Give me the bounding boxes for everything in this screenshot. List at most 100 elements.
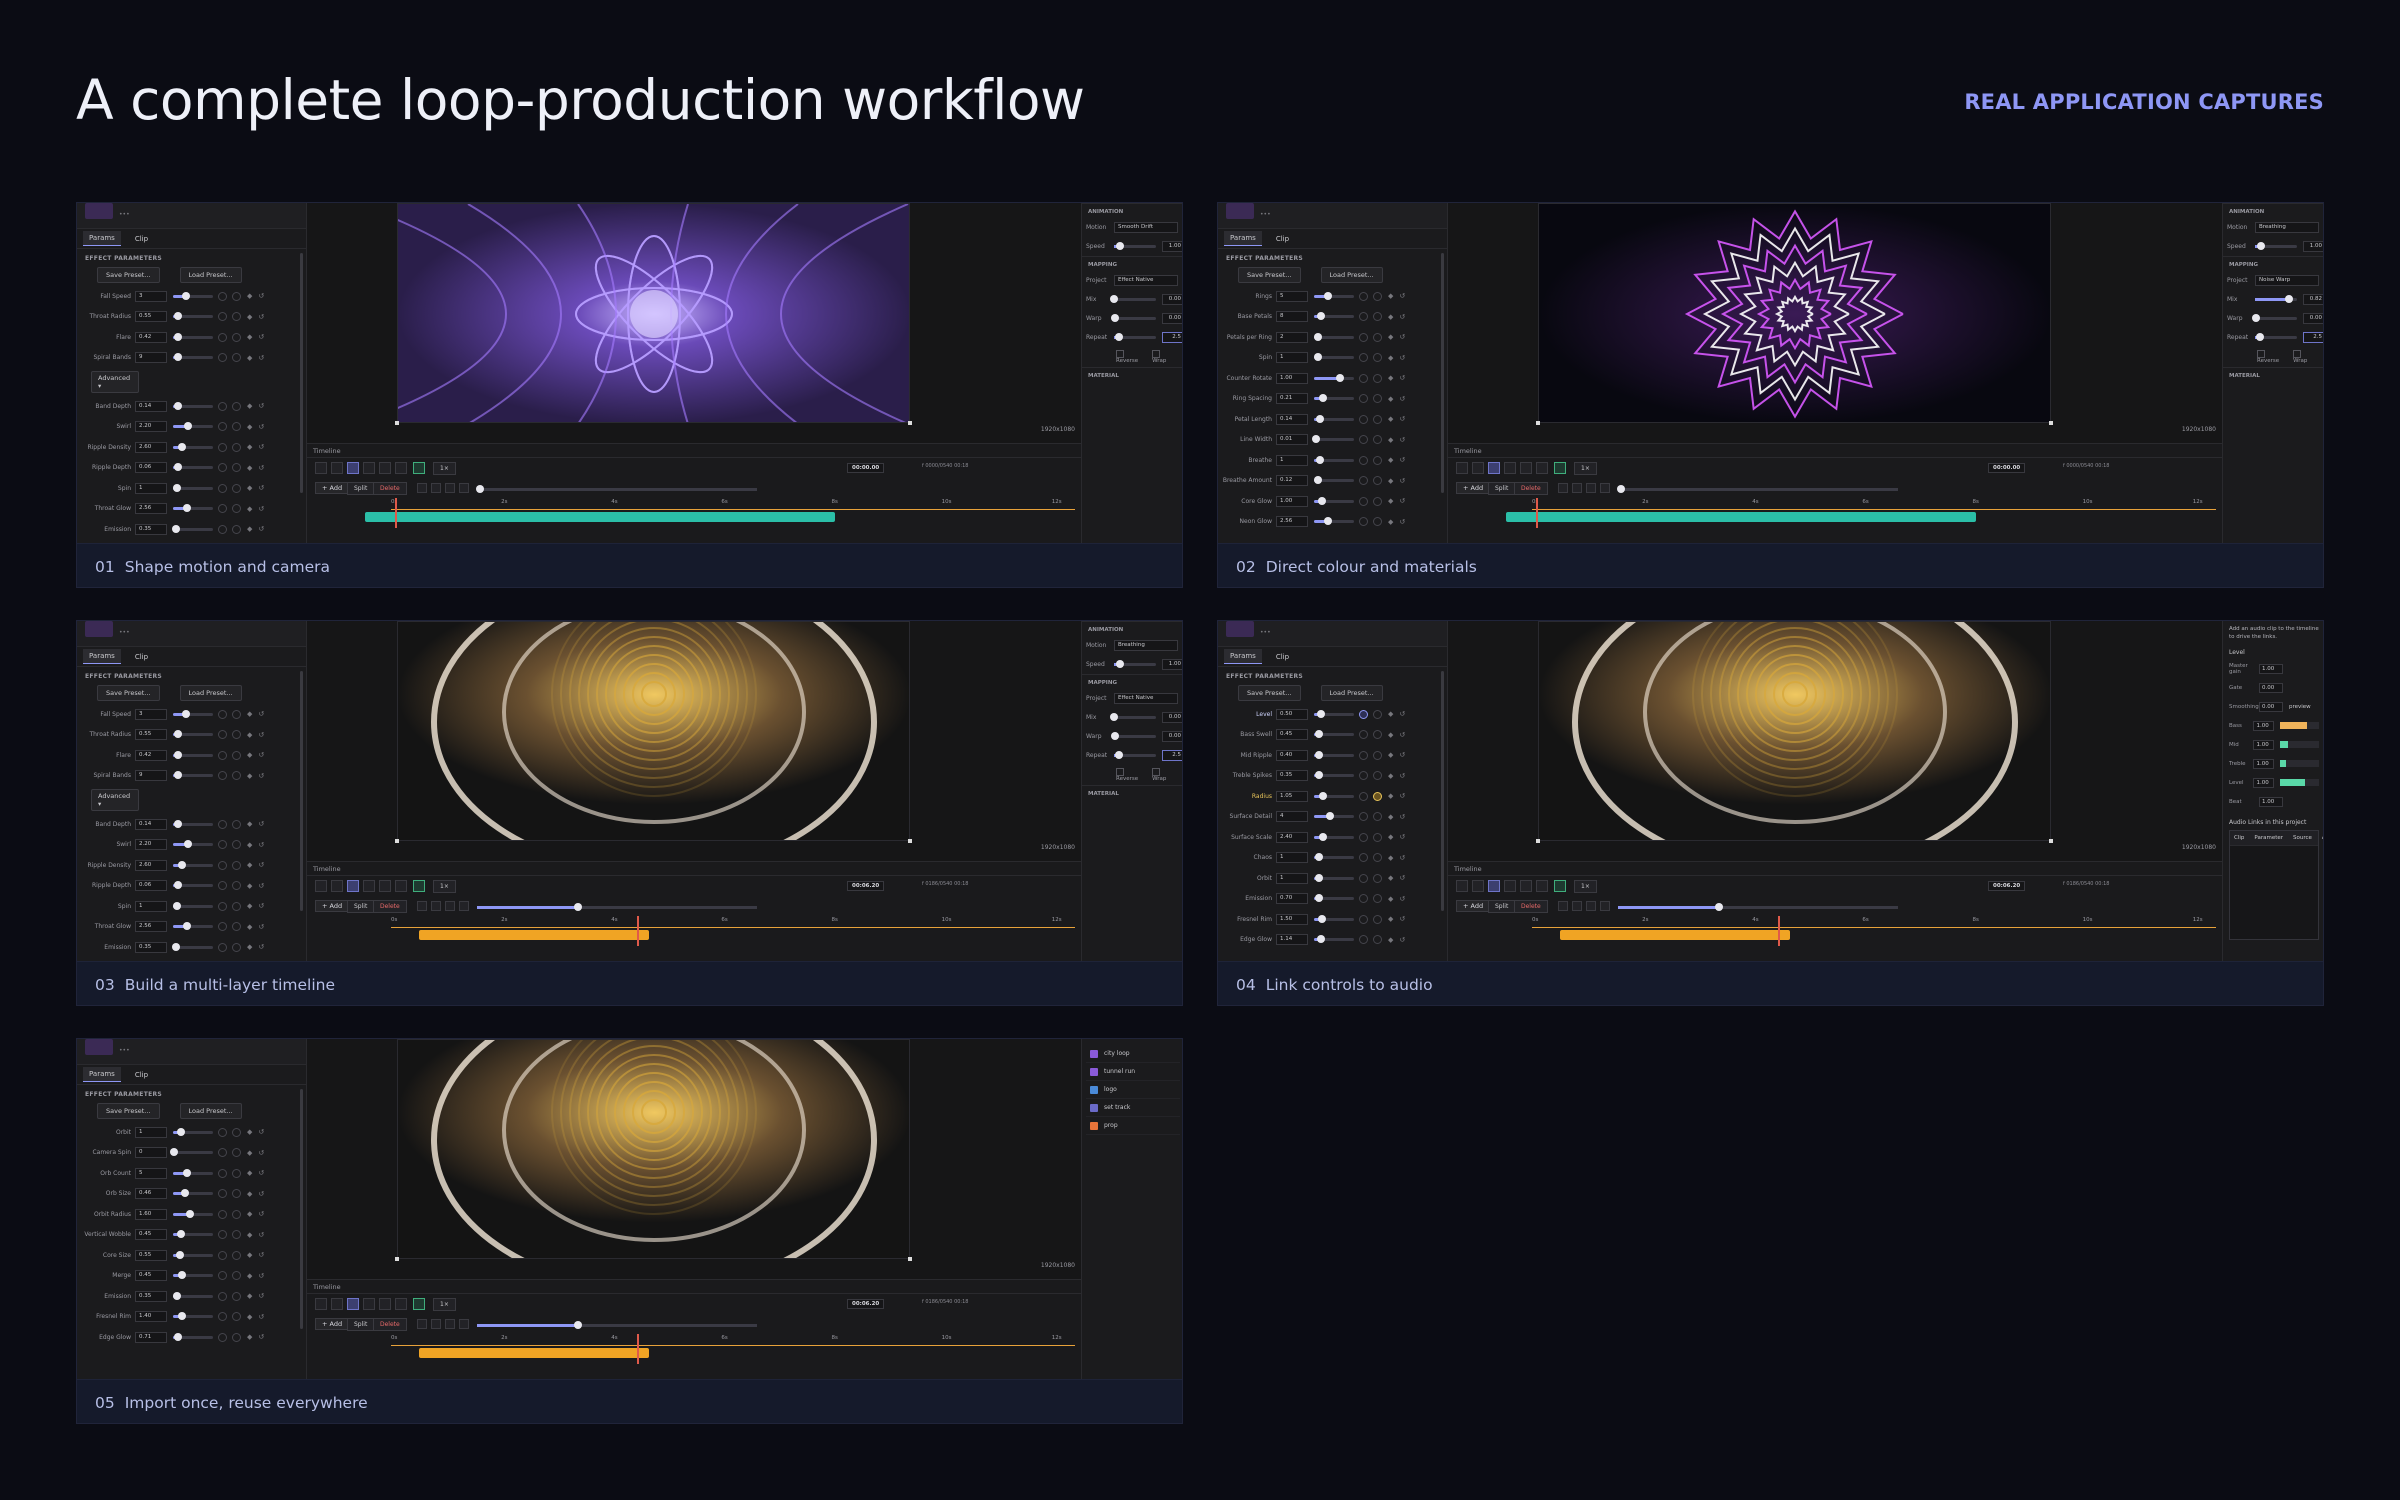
link-audio-icon[interactable]	[1359, 935, 1368, 945]
keyframe-icon[interactable]	[232, 442, 241, 452]
snap-icon[interactable]	[1600, 901, 1610, 911]
tab-clip[interactable]: Clip	[129, 232, 154, 246]
delete-button[interactable]: Delete	[1514, 482, 1548, 495]
param-value-input[interactable]: 1	[1276, 454, 1308, 466]
add-keyframe-icon[interactable]: ◆	[247, 772, 252, 780]
add-keyframe-icon[interactable]: ◆	[1388, 874, 1393, 882]
time-ruler[interactable]: 0s2s4s6s8s10s12s	[391, 498, 1075, 510]
reset-icon[interactable]: ↺	[1399, 415, 1405, 423]
param-value-input[interactable]: 0.06	[135, 880, 167, 892]
time-ruler[interactable]: 0s2s4s6s8s10s12s	[391, 916, 1075, 928]
project-select[interactable]: Noise Warp	[2255, 275, 2319, 286]
param-slider[interactable]	[173, 312, 213, 321]
warp-slider[interactable]	[2251, 314, 2297, 322]
reset-icon[interactable]: ↺	[258, 1169, 264, 1177]
add-keyframe-icon[interactable]: ◆	[1388, 477, 1393, 485]
slider-knob[interactable]	[173, 312, 182, 321]
library-item[interactable]: prop	[1086, 1117, 1180, 1135]
param-value-input[interactable]: 1	[135, 900, 167, 912]
param-slider[interactable]	[173, 922, 213, 931]
motion-select[interactable]: Breathing	[1114, 640, 1178, 651]
param-slider[interactable]	[173, 709, 213, 718]
add-keyframe-icon[interactable]: ◆	[247, 820, 252, 828]
param-value-input[interactable]: 2.20	[135, 421, 167, 433]
param-value-input[interactable]: 2.60	[135, 859, 167, 871]
param-slider[interactable]	[173, 771, 213, 780]
project-select[interactable]: Effect Native	[1114, 275, 1178, 286]
speed-slider[interactable]	[1114, 242, 1156, 250]
reset-icon[interactable]: ↺	[258, 861, 264, 869]
play-icon[interactable]	[1488, 880, 1500, 892]
slider-knob[interactable]	[173, 401, 182, 410]
stop-icon[interactable]	[1558, 483, 1568, 493]
add-keyframe-icon[interactable]: ◆	[247, 943, 252, 951]
param-slider[interactable]	[1314, 750, 1354, 759]
link-audio-icon[interactable]	[1359, 332, 1368, 342]
slider-knob[interactable]	[173, 1332, 182, 1341]
keyframe-icon[interactable]	[232, 1291, 241, 1301]
link-audio-icon[interactable]	[218, 819, 227, 829]
mix-slider[interactable]	[1110, 295, 1156, 303]
slider-knob[interactable]	[183, 504, 192, 513]
link-audio-icon[interactable]	[1359, 730, 1368, 740]
slider-knob[interactable]	[173, 1291, 181, 1300]
add-keyframe-icon[interactable]: ◆	[247, 464, 252, 472]
skip-end-icon[interactable]	[1520, 462, 1532, 474]
reset-icon[interactable]: ↺	[258, 313, 264, 321]
snap-icon[interactable]	[1600, 483, 1610, 493]
param-slider[interactable]	[172, 524, 213, 533]
add-keyframe-icon[interactable]: ◆	[247, 423, 252, 431]
param-value-input[interactable]: 2	[1276, 331, 1308, 343]
save-preset-button[interactable]: Save Preset...	[1238, 267, 1301, 283]
keyframe-icon[interactable]	[232, 881, 241, 891]
tab-params[interactable]: Params	[1224, 649, 1262, 664]
slider-knob[interactable]	[1318, 832, 1327, 841]
link-audio-icon[interactable]	[218, 1127, 227, 1137]
param-value-input[interactable]: 2.20	[135, 839, 167, 851]
param-slider[interactable]	[173, 291, 213, 300]
param-slider[interactable]	[1314, 730, 1354, 739]
keyframe-icon[interactable]	[232, 1168, 241, 1178]
link-audio-icon[interactable]	[218, 422, 227, 432]
audio-value[interactable]: 1.00	[2259, 663, 2283, 674]
link-audio-icon[interactable]	[218, 771, 227, 781]
timeline-track[interactable]	[307, 928, 1081, 942]
slider-knob[interactable]	[1318, 914, 1326, 923]
slider-knob[interactable]	[184, 422, 193, 431]
reverse-checkbox[interactable]: Reverse	[1116, 350, 1138, 364]
keyframe-icon[interactable]	[232, 901, 241, 911]
param-value-input[interactable]: 0.14	[1276, 413, 1308, 425]
add-keyframe-icon[interactable]: ◆	[1388, 772, 1393, 780]
reset-icon[interactable]: ↺	[258, 423, 264, 431]
reset-icon[interactable]: ↺	[258, 841, 264, 849]
warp-value[interactable]: 0.00	[1162, 731, 1182, 742]
param-value-input[interactable]: 1.14	[1276, 934, 1308, 946]
link-audio-icon[interactable]	[1359, 414, 1368, 424]
slider-knob[interactable]	[173, 332, 182, 341]
param-slider[interactable]	[173, 1312, 213, 1321]
param-slider[interactable]	[173, 483, 213, 492]
param-slider[interactable]	[1311, 435, 1354, 444]
link-audio-icon[interactable]	[1359, 853, 1368, 863]
zoom-out-icon[interactable]	[431, 1319, 441, 1329]
reset-icon[interactable]: ↺	[1399, 395, 1405, 403]
add-keyframe-icon[interactable]: ◆	[247, 292, 252, 300]
playhead-scrubber[interactable]	[475, 485, 757, 493]
speed-value[interactable]: 1.00	[1162, 241, 1182, 252]
param-value-input[interactable]: 2.56	[1276, 516, 1308, 528]
step-forward-icon[interactable]	[363, 462, 375, 474]
add-keyframe-icon[interactable]: ◆	[247, 1333, 252, 1341]
reset-icon[interactable]: ↺	[258, 820, 264, 828]
param-value-input[interactable]: 0.70	[1276, 893, 1308, 905]
link-audio-icon[interactable]	[218, 353, 227, 363]
add-keyframe-icon[interactable]: ◆	[1388, 497, 1393, 505]
reset-icon[interactable]: ↺	[258, 1149, 264, 1157]
slider-knob[interactable]	[1316, 414, 1325, 423]
step-forward-icon[interactable]	[1504, 462, 1516, 474]
param-value-input[interactable]: 2.60	[135, 441, 167, 453]
link-audio-icon[interactable]	[218, 1312, 227, 1322]
save-preset-button[interactable]: Save Preset...	[97, 267, 160, 283]
link-audio-icon[interactable]	[1359, 873, 1368, 883]
param-slider[interactable]	[173, 1291, 213, 1300]
tab-params[interactable]: Params	[83, 1067, 121, 1082]
